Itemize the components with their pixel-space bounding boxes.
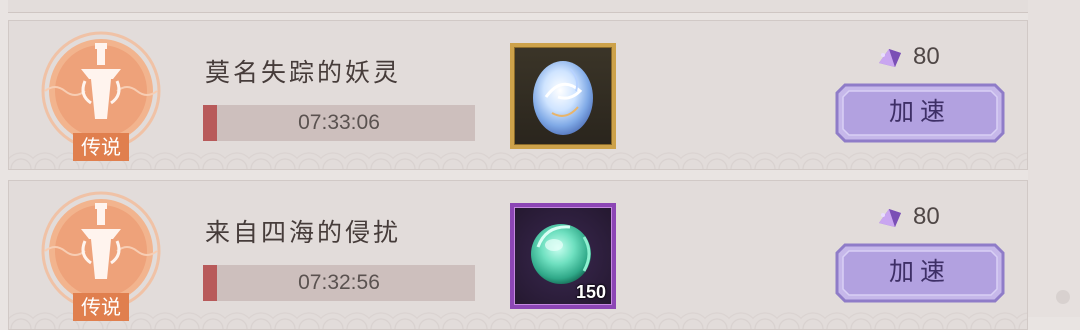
speed-up-button[interactable]: 加速	[835, 83, 1005, 143]
purple-crystal-icon	[879, 209, 901, 227]
purple-crystal-icon	[879, 49, 901, 67]
legendary-sword-emblem-icon: 传说	[25, 189, 177, 325]
reward-item-slot[interactable]: 150	[510, 203, 616, 309]
timer-progress-bar: 07:33:06	[203, 105, 475, 141]
cost-value: 80	[913, 43, 940, 70]
previous-quest-card-edge	[8, 0, 1028, 13]
reward-item-slot[interactable]	[510, 43, 616, 149]
quest-title: 来自四海的侵扰	[205, 218, 402, 247]
timer-text: 07:33:06	[298, 111, 380, 134]
cost-value: 80	[913, 203, 940, 230]
blue-spirit-orb-icon	[533, 61, 593, 135]
speed-up-label: 加速	[888, 257, 951, 286]
timer-text: 07:32:56	[298, 271, 380, 294]
quest-card: 传说 来自四海的侵扰 07:32:56 150 80 加速	[8, 180, 1028, 330]
reward-quantity: 150	[575, 282, 606, 302]
scrollbar-track[interactable]	[1028, 0, 1080, 317]
quest-title: 莫名失踪的妖灵	[205, 58, 402, 87]
legendary-sword-emblem-icon: 传说	[25, 29, 177, 165]
speed-up-button[interactable]: 加速	[835, 243, 1005, 303]
quest-card: 传说 莫名失踪的妖灵 07:33:06 80 加速	[8, 20, 1028, 170]
scrollbar-thumb[interactable]	[1056, 290, 1070, 304]
timer-progress-bar: 07:32:56	[203, 265, 475, 301]
speed-up-label: 加速	[888, 97, 951, 126]
rarity-label: 传说	[81, 135, 121, 159]
